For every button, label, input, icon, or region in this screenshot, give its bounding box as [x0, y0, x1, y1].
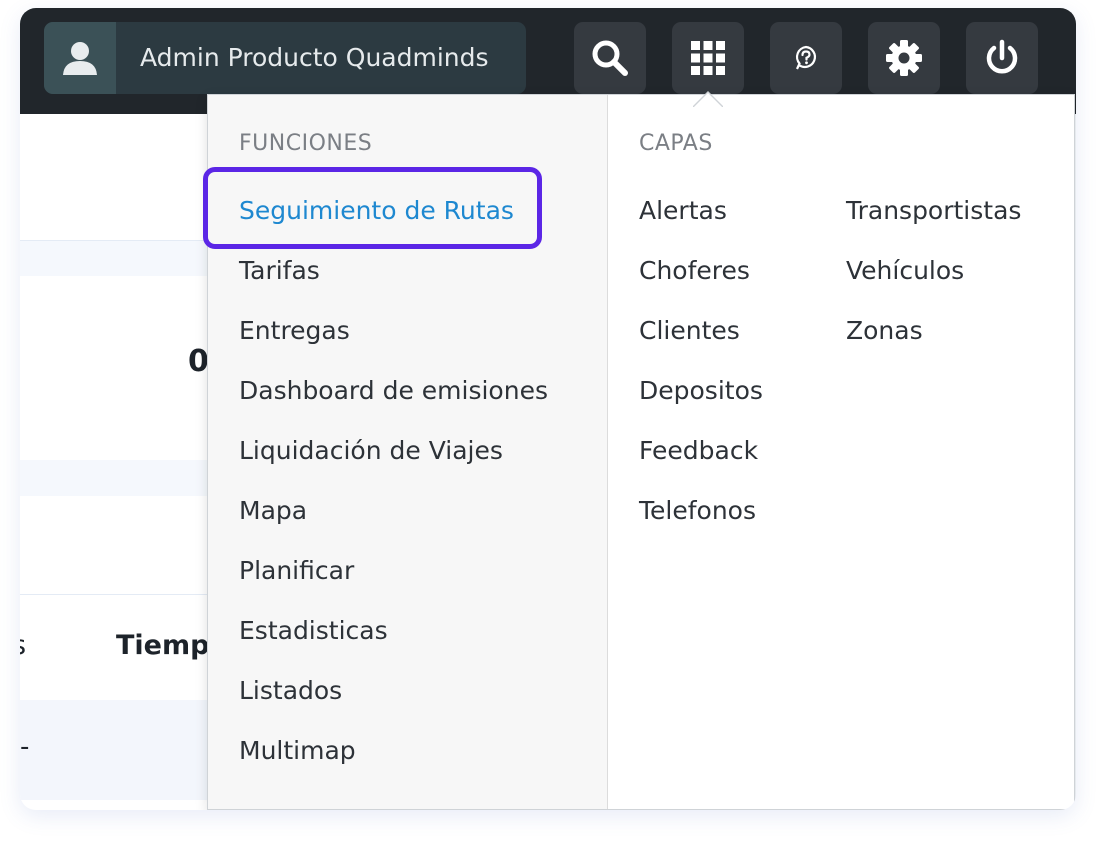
partial-column-header: s	[20, 630, 26, 661]
search-button[interactable]	[574, 22, 646, 94]
menu-item-funciones[interactable]: Planificar	[239, 556, 354, 585]
menu-item-funciones[interactable]: Entregas	[239, 316, 350, 345]
menu-item-capas[interactable]: Vehículos	[846, 256, 964, 285]
user-menu[interactable]: Admin Producto Quadminds	[44, 22, 526, 94]
menu-item-funciones[interactable]: Dashboard de emisiones	[239, 376, 548, 405]
menu-item-capas[interactable]: Zonas	[846, 316, 923, 345]
partial-row-text: -	[20, 732, 30, 762]
settings-button[interactable]	[868, 22, 940, 94]
menu-item-capas[interactable]: Alertas	[639, 196, 727, 225]
power-icon	[986, 39, 1018, 74]
search-icon	[592, 40, 628, 76]
menu-item-funciones[interactable]: Multimap	[239, 736, 356, 765]
menu-item-capas[interactable]: Depositos	[639, 376, 763, 405]
menu-item-capas[interactable]: Transportistas	[846, 196, 1021, 225]
menu-item-funciones[interactable]: Liquidación de Viajes	[239, 436, 503, 465]
menu-item-funciones[interactable]: Estadisticas	[239, 616, 388, 645]
table-row	[20, 700, 220, 800]
menu-item-funciones[interactable]: Listados	[239, 676, 342, 705]
menu-item-capas[interactable]: Telefonos	[639, 496, 756, 525]
apps-button[interactable]	[672, 22, 744, 94]
logout-button[interactable]	[966, 22, 1038, 94]
menu-item-funciones[interactable]: Mapa	[239, 496, 307, 525]
divider	[20, 240, 220, 241]
highlight-annotation	[203, 167, 542, 249]
help-button[interactable]	[770, 22, 842, 94]
stat-value: 0	[188, 344, 209, 379]
menu-item-capas[interactable]: Feedback	[639, 436, 758, 465]
gear-icon	[886, 40, 922, 76]
content-header-panel	[20, 114, 220, 240]
menu-item-capas[interactable]: Choferes	[639, 256, 750, 285]
divider	[20, 594, 220, 595]
menu-item-funciones[interactable]: Tarifas	[239, 256, 320, 285]
app-frame: 0 s Tiempo - Admin Producto Quadminds	[20, 8, 1076, 810]
apps-grid-icon	[691, 41, 725, 75]
user-icon	[44, 22, 116, 94]
capas-heading: CAPAS	[639, 131, 713, 156]
user-name: Admin Producto Quadminds	[140, 43, 489, 72]
menu-item-capas[interactable]: Clientes	[639, 316, 740, 345]
help-icon	[795, 45, 816, 70]
funciones-heading: FUNCIONES	[239, 131, 373, 156]
dropdown-caret	[693, 91, 723, 107]
